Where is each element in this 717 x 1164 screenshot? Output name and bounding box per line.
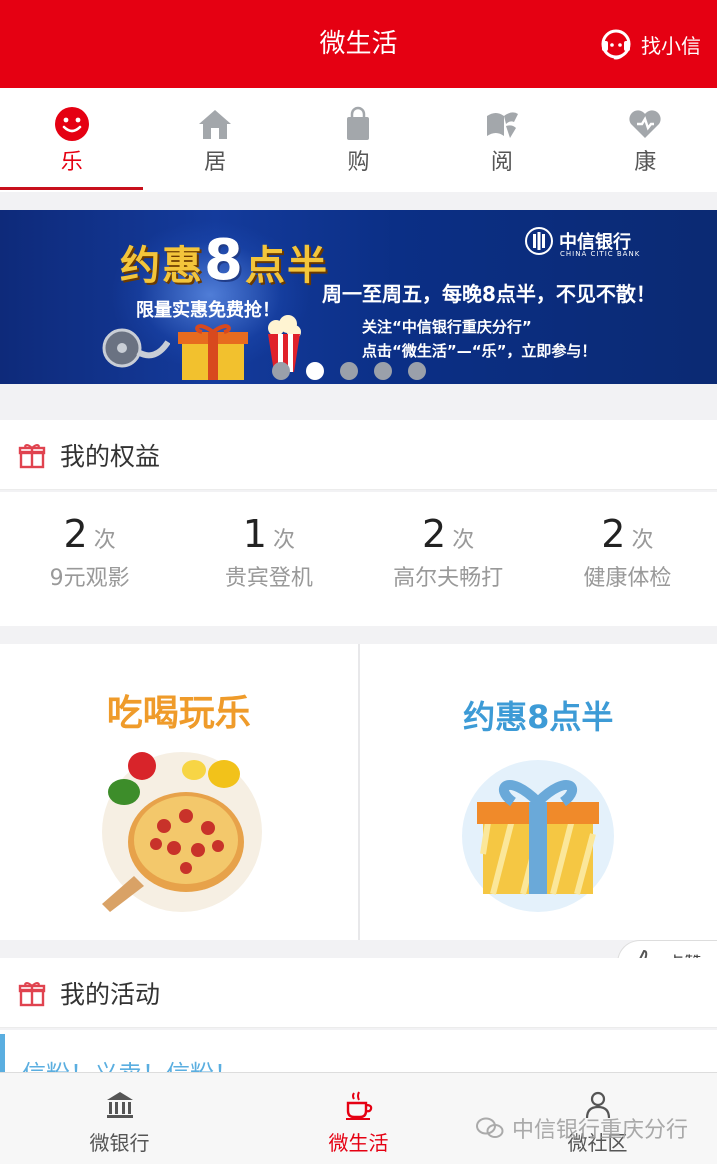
carousel-dot[interactable] (340, 362, 358, 380)
gift-box-icon (462, 760, 615, 912)
pizza-icon (101, 752, 262, 912)
bank-icon (106, 1092, 133, 1118)
tab-label: 乐 (60, 150, 83, 175)
shopping-bag-icon (347, 106, 370, 140)
banner-title-pre: 约惠 (120, 243, 204, 289)
nav-label: 微生活 (328, 1131, 389, 1155)
tab-le[interactable]: 乐 (0, 88, 144, 192)
promo-banner[interactable]: 约惠8点半 限量实惠免费抢！ 中信银行 CHINA CITIC BANK 周一至… (0, 210, 717, 384)
nav-label: 微银行 (89, 1131, 150, 1155)
carousel-dot[interactable] (374, 362, 392, 380)
tab-label: 居 (204, 150, 227, 175)
book-icon (486, 112, 518, 138)
gift-icon (18, 981, 46, 1006)
activities-header: 我的活动 (0, 958, 717, 1028)
tab-ju[interactable]: 居 (143, 88, 286, 192)
benefit-unit: 次 (93, 528, 116, 553)
benefit-item[interactable]: 2次 高尔夫畅打 (359, 492, 538, 626)
app-header: 微生活 找小信 (0, 0, 717, 88)
card-eat-drink-play[interactable]: 吃喝玩乐 (0, 644, 358, 940)
benefit-label: 9元观影 (49, 566, 130, 591)
coffee-icon (345, 1091, 372, 1120)
citic-logo-icon (525, 227, 553, 255)
benefits-title: 我的权益 (60, 441, 161, 471)
tab-gou[interactable]: 购 (287, 88, 430, 192)
banner-title-post: 点半 (244, 243, 329, 289)
help-button[interactable]: 找小信 (599, 26, 701, 62)
banner-subtitle: 限量实惠免费抢！ (136, 300, 280, 321)
feature-cards: 吃喝玩乐 约惠8点半 (0, 644, 717, 940)
home-icon (199, 110, 232, 139)
tab-label: 阅 (490, 150, 513, 175)
film-reel-icon (102, 328, 170, 368)
watermark: 中信银行重庆分行 (476, 1112, 688, 1144)
banner-title-num: 8 (204, 228, 245, 293)
card-yuehui-8-30[interactable]: 约惠8点半 (359, 644, 717, 940)
benefit-unit: 次 (272, 528, 295, 553)
benefit-count: 2 (601, 512, 626, 556)
banner-line-1: 周一至周五，每晚8点半，不见不散！ (322, 282, 656, 306)
banner-bank-en: CHINA CITIC BANK (560, 250, 641, 258)
wechat-icon (476, 1117, 504, 1138)
help-label: 找小信 (641, 33, 701, 58)
benefit-unit: 次 (631, 528, 654, 553)
nav-micro-life[interactable]: 微生活 (239, 1073, 478, 1164)
benefit-count: 2 (63, 512, 88, 556)
tab-label: 康 (634, 150, 657, 175)
carousel-dot-active[interactable] (306, 362, 324, 380)
active-tab-indicator (0, 187, 144, 190)
benefit-count: 2 (422, 512, 447, 556)
card-title: 吃喝玩乐 (106, 693, 251, 734)
heart-icon (629, 110, 661, 138)
benefit-unit: 次 (452, 528, 475, 553)
carousel-dot[interactable] (408, 362, 426, 380)
banner-line-2: 关注“中信银行重庆分行” (362, 318, 532, 336)
activity-item[interactable]: 信粉！义卖！信粉！ (0, 1030, 717, 1074)
benefit-item[interactable]: 2次 健康体检 (538, 492, 717, 626)
activity-preview-text: 信粉！义卖！信粉！ (22, 1060, 238, 1074)
gift-icon (18, 443, 46, 468)
benefit-label: 贵宾登机 (224, 566, 313, 591)
tab-label: 购 (347, 150, 370, 175)
banner-gift-icon (178, 324, 248, 380)
tab-kang[interactable]: 康 (574, 88, 717, 192)
headset-icon (601, 29, 631, 60)
benefit-label: 健康体检 (583, 566, 672, 591)
banner-title: 约惠8点半 (120, 228, 329, 293)
activities-title: 我的活动 (60, 979, 161, 1009)
activity-accent-bar (0, 1034, 5, 1074)
watermark-text: 中信银行重庆分行 (512, 1118, 689, 1143)
benefit-item[interactable]: 1次 贵宾登机 (179, 492, 358, 626)
smiley-icon (54, 107, 89, 141)
benefits-grid: 2次 9元观影 1次 贵宾登机 2次 高尔夫畅打 2次 健康体检 (0, 492, 717, 626)
carousel-dot[interactable] (272, 362, 290, 380)
category-tabs: 乐 居 购 阅 康 (0, 88, 717, 192)
benefits-header: 我的权益 (0, 420, 717, 490)
benefit-count: 1 (242, 512, 267, 556)
benefit-item[interactable]: 2次 9元观影 (0, 492, 179, 626)
card-title: 约惠8点半 (463, 698, 614, 736)
banner-line-3: 点击“微生活”—“乐”，立即参与！ (362, 342, 597, 360)
tab-yue[interactable]: 阅 (430, 88, 573, 192)
nav-micro-bank[interactable]: 微银行 (0, 1073, 239, 1164)
carousel-dots (272, 362, 426, 380)
benefit-label: 高尔夫畅打 (393, 566, 504, 591)
